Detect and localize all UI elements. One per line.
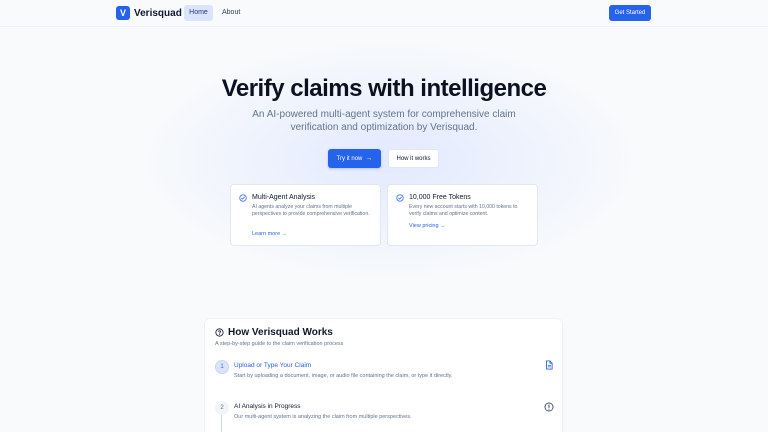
feature-card-free-tokens: 10,000 Free Tokens Every new account sta…	[387, 184, 538, 246]
header-divider	[0, 26, 768, 27]
how-it-works-panel: How Verisquad Works A step-by-step guide…	[204, 318, 563, 432]
learn-more-link[interactable]: Learn more →	[252, 231, 287, 237]
try-it-now-button[interactable]: Try it now →	[328, 149, 381, 168]
step-description: Our multi-agent system is analyzing the …	[234, 414, 412, 420]
brand-logo[interactable]: V Verisquad	[116, 6, 182, 20]
hero-subtitle: An AI-powered multi-agent system for com…	[252, 109, 516, 133]
top-nav: V Verisquad Home About Get Started	[0, 0, 768, 26]
help-circle-icon	[215, 328, 224, 337]
main-nav: Home About	[184, 5, 249, 21]
hero-title: Verify claims with intelligence	[221, 75, 547, 102]
step-title[interactable]: Upload or Type Your Claim	[234, 362, 311, 369]
try-it-now-label: Try it now	[336, 155, 363, 162]
arrow-right-icon: →	[365, 155, 373, 162]
step-number: 1	[215, 360, 229, 374]
panel-title-text: How Verisquad Works	[228, 327, 333, 338]
info-circle-icon	[544, 402, 554, 412]
document-icon	[546, 360, 553, 370]
check-circle-icon	[396, 194, 404, 202]
how-it-works-button[interactable]: How it works	[388, 149, 439, 168]
step-title[interactable]: AI Analysis in Progress	[234, 403, 300, 410]
nav-home[interactable]: Home	[184, 5, 213, 21]
nav-about[interactable]: About	[215, 5, 247, 21]
brand-name: Verisquad	[134, 7, 182, 19]
get-started-button[interactable]: Get Started	[609, 5, 651, 21]
feature-card-multi-agent: Multi-Agent Analysis AI agents analyze y…	[230, 184, 381, 246]
step-connector	[221, 415, 222, 432]
panel-title: How Verisquad Works	[215, 327, 333, 338]
view-pricing-link[interactable]: View pricing →	[409, 223, 446, 229]
feature-description: AI agents analyze your claims from multi…	[252, 204, 370, 217]
check-circle-icon	[239, 194, 247, 202]
step-description: Start by uploading a document, image, or…	[234, 373, 453, 379]
logo-mark-icon: V	[116, 6, 130, 20]
panel-subtitle: A step-by-step guide to the claim verifi…	[215, 341, 344, 347]
feature-title: 10,000 Free Tokens	[409, 194, 471, 201]
step-number: 2	[215, 401, 229, 415]
feature-description: Every new account starts with 10,000 tok…	[409, 204, 518, 217]
feature-title: Multi-Agent Analysis	[252, 194, 316, 201]
